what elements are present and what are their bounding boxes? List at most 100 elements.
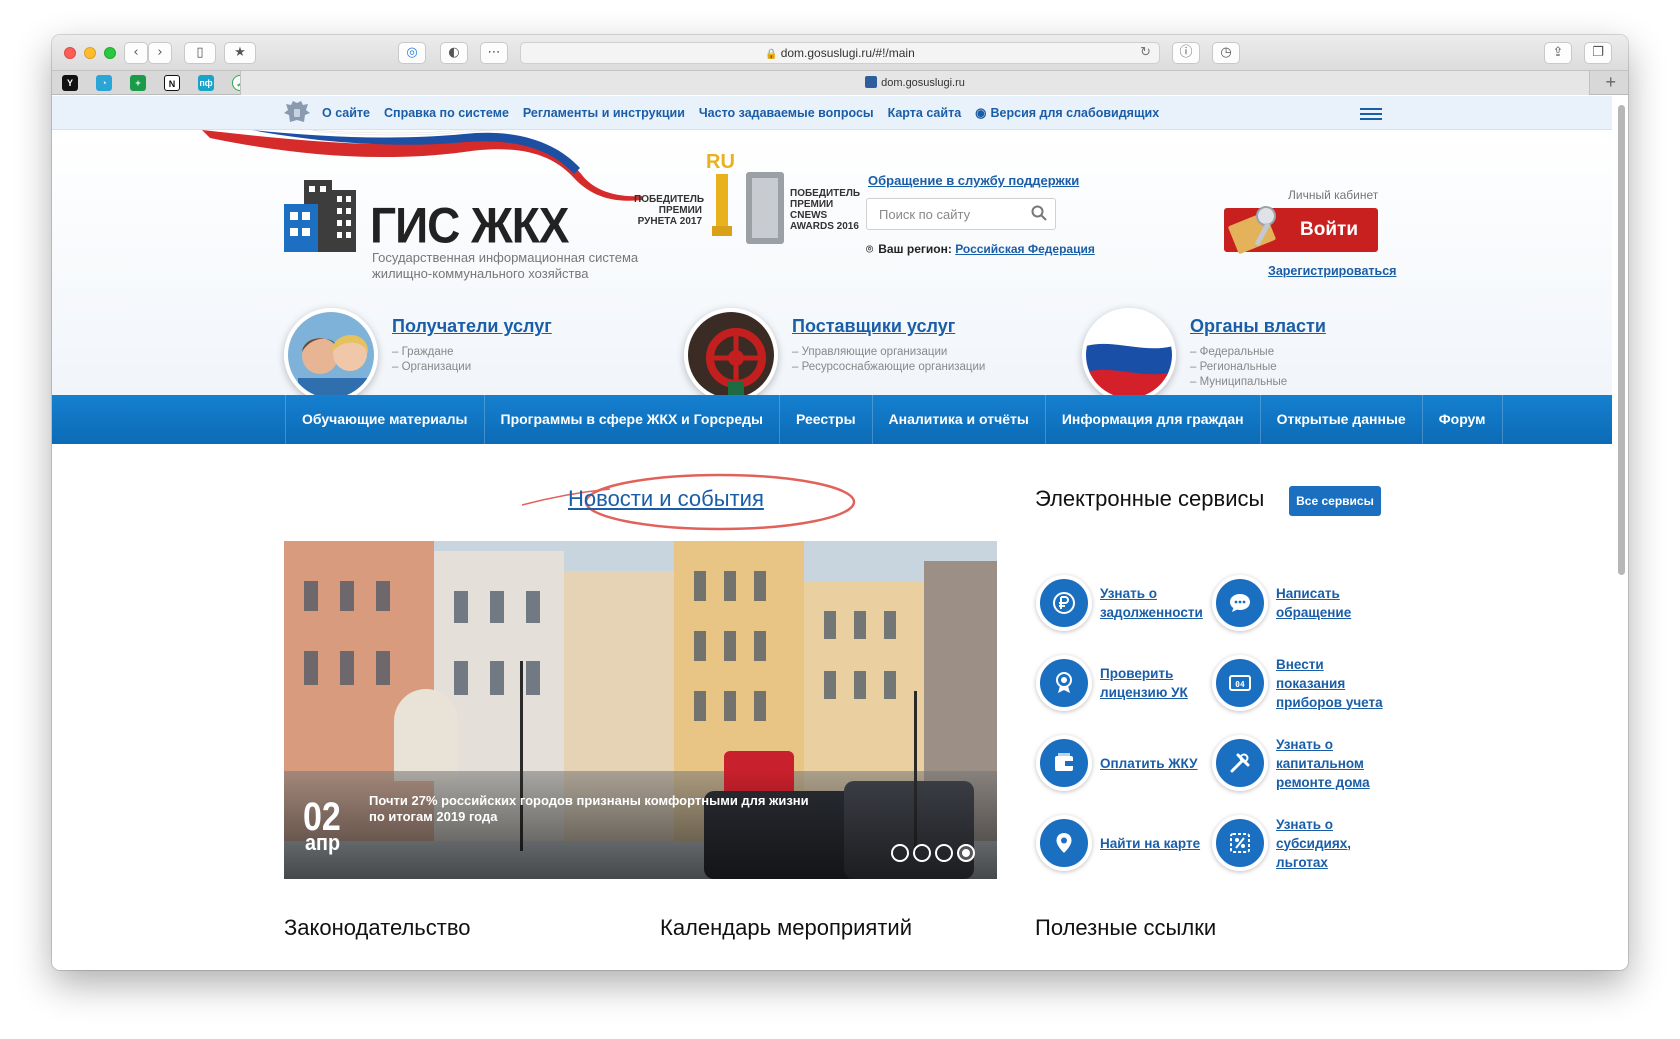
legislation-heading[interactable]: Законодательство [284,915,471,941]
license-icon[interactable] [1036,655,1092,711]
region-label: Ваш регион: [878,242,952,256]
category-item-municipal[interactable]: – Муниципальные [1190,376,1287,388]
notion-icon[interactable]: N [164,75,180,91]
category-item-management[interactable]: – Управляющие организации [792,346,947,358]
nav-item-citizens-info[interactable]: Информация для граждан [1044,395,1260,444]
star-icon: ★ [234,45,246,60]
top-link-about[interactable]: О сайте [322,106,370,120]
category-title[interactable]: Органы власти [1190,316,1326,337]
news-photo [284,541,997,879]
service-label[interactable]: Узнать о субсидиях, льготах [1276,815,1351,872]
search-icon[interactable] [1031,205,1047,221]
share-button[interactable]: ⇪ [1544,42,1572,64]
category-item-regional[interactable]: – Региональные [1190,361,1277,373]
service-label[interactable]: Узнать о задолженности [1100,584,1203,622]
service-label[interactable]: Проверить лицензию УК [1100,664,1188,702]
favorite-icon-5[interactable]: пф [198,75,214,91]
news-caption[interactable]: Почти 27% российских городов признаны ко… [369,793,809,825]
service-label-line: Узнать о [1276,736,1334,752]
sidebar-toggle-button[interactable]: ▯ [184,42,216,64]
forward-button[interactable]: › [148,42,172,64]
service-label-line: задолженности [1100,605,1203,620]
service-label-line: лицензию УК [1100,685,1188,700]
percent-icon[interactable] [1212,815,1268,871]
reload-icon[interactable]: ↻ [1140,43,1151,63]
grid-icon: ⋯ [487,45,501,60]
top-link-regulations[interactable]: Регламенты и инструкции [523,106,685,120]
service-label[interactable]: Узнать о капитальном ремонте дома [1276,735,1370,792]
nav-item-analytics[interactable]: Аналитика и отчёты [871,395,1045,444]
address-bar[interactable]: 🔒 dom.gosuslugi.ru/#!/main ↻ [520,42,1160,64]
service-label[interactable]: Внести показания приборов учета [1276,655,1383,712]
service-label-line: льготах [1276,854,1328,870]
slider-dot[interactable] [891,844,909,862]
favorite-icon-3[interactable]: + [130,75,146,91]
minimize-window-button[interactable] [84,47,96,59]
map-pin-icon[interactable] [1036,815,1092,871]
providers-image [684,308,778,402]
tools-icon[interactable] [1212,735,1268,791]
category-item-organizations[interactable]: – Организации [392,361,471,373]
tab-bar: Y ◔ + N пф ✓ dom.gosuslugi.ru + [52,71,1628,95]
privacy-button[interactable]: ◐ [440,42,468,64]
support-link[interactable]: Обращение в службу поддержки [868,173,1079,188]
service-label-line: приборов учета [1276,694,1383,710]
accessibility-link[interactable]: ◉ Версия для слабовидящих [975,105,1159,121]
service-label[interactable]: Оплатить ЖКУ [1100,754,1198,773]
all-services-button[interactable]: Все сервисы [1289,486,1381,516]
news-section-title[interactable]: Новости и события [568,486,764,512]
slider-dot[interactable] [935,844,953,862]
nav-item-training[interactable]: Обучающие материалы [285,395,484,444]
service-label-line: обращение [1276,605,1352,620]
history-button[interactable]: ◷ [1212,42,1240,64]
top-link-sitemap[interactable]: Карта сайта [888,106,962,120]
nav-item-registries[interactable]: Реестры [779,395,872,444]
cabinet-label: Личный кабинет [1288,188,1379,202]
back-button[interactable]: ‹ [124,42,148,64]
top-link-help[interactable]: Справка по системе [384,106,509,120]
useful-links-heading[interactable]: Полезные ссылки [1035,915,1216,941]
grid-button[interactable]: ⋯ [480,42,508,64]
info-button[interactable]: ⓘ [1172,42,1200,64]
active-tab[interactable]: dom.gosuslugi.ru [240,71,1590,95]
wallet-icon[interactable] [1036,735,1092,791]
service-label[interactable]: Написать обращение [1276,584,1351,622]
close-window-button[interactable] [64,47,76,59]
category-title[interactable]: Поставщики услуг [792,316,955,337]
news-slider[interactable]: 02 апр Почти 27% российских городов приз… [284,541,997,879]
meter-icon[interactable]: 04 [1212,655,1268,711]
logo-subtitle-line1: Государственная информационная система [372,250,639,265]
category-item-citizens[interactable]: – Граждане [392,346,454,358]
favorite-icon-1[interactable]: Y [62,75,78,91]
nav-item-forum[interactable]: Форум [1421,395,1503,444]
region-link[interactable]: Российская Федерация [955,242,1095,256]
top-link-faq[interactable]: Часто задаваемые вопросы [699,106,874,120]
maximize-window-button[interactable] [104,47,116,59]
new-tab-button[interactable]: + [1605,72,1616,93]
bookmarks-button[interactable]: ★ [224,42,256,64]
category-title[interactable]: Получатели услуг [392,316,552,337]
favorite-icon-2[interactable]: ◔ [96,75,112,91]
category-item-resources[interactable]: – Ресурсоснабжающие организации [792,361,985,373]
slider-dot[interactable] [913,844,931,862]
tabs-overview-button[interactable]: ❐ [1584,42,1612,64]
register-link[interactable]: Зарегистрироваться [1268,264,1396,278]
events-calendar-heading[interactable]: Календарь мероприятий [660,915,912,941]
ruble-icon[interactable] [1036,575,1092,631]
extension-button-1[interactable]: ◎ [398,42,426,64]
category-item-federal[interactable]: – Федеральные [1190,346,1274,358]
nav-item-programs[interactable]: Программы в сфере ЖКХ и Горсреды [483,395,780,444]
shield-icon: ◐ [448,45,460,60]
services-title: Электронные сервисы [1035,486,1265,511]
logo-title[interactable]: ГИС ЖКХ [370,196,569,254]
menu-icon[interactable] [1360,108,1382,120]
nav-item-open-data[interactable]: Открытые данные [1259,395,1422,444]
lock-icon: 🔒 [765,49,778,60]
page-scrollbar[interactable] [1618,105,1625,575]
search-input[interactable] [867,199,1017,229]
service-label[interactable]: Найти на карте [1100,834,1200,853]
recipients-image [284,308,378,402]
sidebar-icon: ▯ [196,45,204,60]
chat-icon[interactable] [1212,575,1268,631]
slider-dot[interactable] [957,844,975,862]
